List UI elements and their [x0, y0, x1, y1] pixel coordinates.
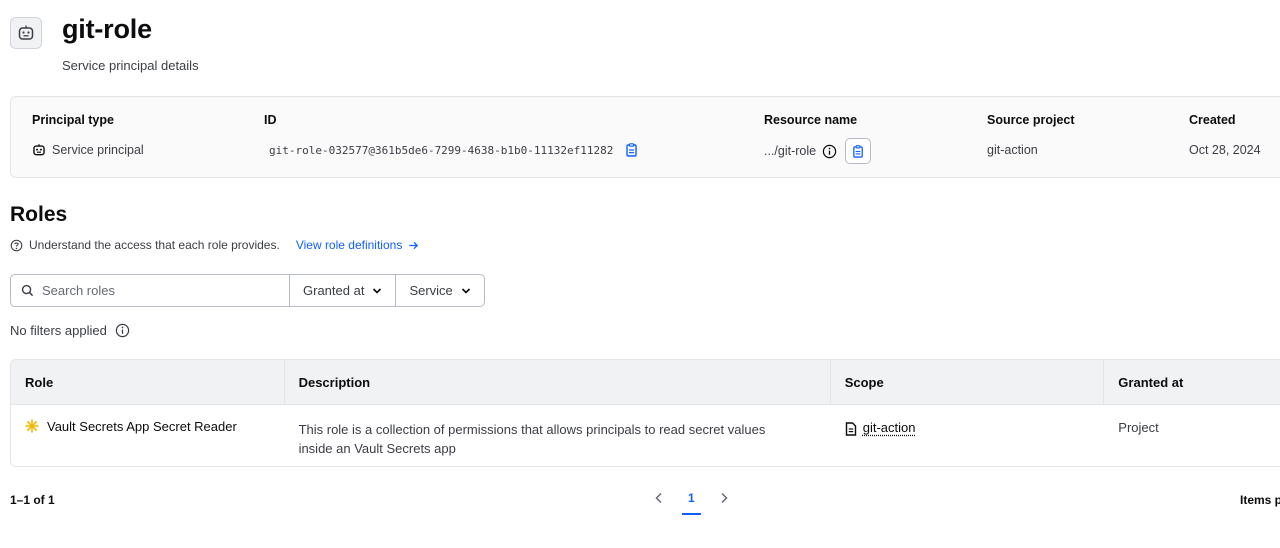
- scope-cell: git-action: [831, 405, 1105, 467]
- service-filter-dropdown[interactable]: Service: [396, 275, 483, 306]
- id-text: git-role-032577@361b5de6-7299-4638-b1b0-…: [269, 144, 613, 157]
- robot-icon: [17, 24, 35, 42]
- granted-at-filter-label: Granted at: [303, 283, 364, 298]
- chevron-right-icon[interactable]: [719, 492, 729, 504]
- document-icon: [845, 422, 857, 436]
- page-number-current[interactable]: 1: [682, 489, 701, 507]
- roles-help-text: Understand the access that each role pro…: [29, 238, 280, 252]
- page-title: git-role: [62, 14, 152, 45]
- resource-name-value: .../git-role: [764, 138, 871, 164]
- resource-name-label: Resource name: [764, 113, 857, 127]
- created-label: Created: [1189, 113, 1236, 127]
- principal-details-card: Principal type Service principal ID git-…: [10, 96, 1280, 178]
- info-icon[interactable]: [822, 144, 837, 159]
- pagination-controls: 1: [654, 489, 729, 507]
- table-header: Role Description Scope Granted at: [11, 360, 1280, 405]
- help-circle-icon: [10, 239, 23, 252]
- info-icon[interactable]: [115, 323, 130, 338]
- chevron-left-icon[interactable]: [654, 492, 664, 504]
- source-project-value: git-action: [987, 143, 1038, 157]
- items-per-page-label: Items p: [1240, 493, 1280, 507]
- copy-icon: [852, 145, 865, 158]
- created-value: Oct 28, 2024: [1189, 143, 1261, 157]
- view-role-definitions-link[interactable]: View role definitions: [296, 238, 420, 252]
- chevron-down-icon: [372, 286, 382, 296]
- arrow-right-icon: [408, 240, 419, 251]
- page-subtitle: Service principal details: [62, 58, 199, 73]
- principal-type-label: Principal type: [32, 113, 114, 127]
- id-value: git-role-032577@361b5de6-7299-4638-b1b0-…: [269, 143, 639, 157]
- view-role-definitions-text: View role definitions: [296, 238, 403, 252]
- roles-table: Role Description Scope Granted at Vault …: [10, 359, 1280, 467]
- sparkle-icon: [25, 419, 39, 433]
- column-header-description: Description: [285, 360, 831, 405]
- principal-type-text: Service principal: [52, 143, 144, 157]
- service-filter-label: Service: [409, 283, 452, 298]
- column-header-granted-at: Granted at: [1104, 360, 1280, 405]
- search-icon: [21, 284, 34, 297]
- principal-type-value: Service principal: [32, 143, 144, 157]
- search-placeholder: Search roles: [42, 283, 115, 298]
- resource-name-text: .../git-role: [764, 144, 816, 158]
- column-header-scope: Scope: [831, 360, 1105, 405]
- robot-icon: [32, 143, 46, 157]
- no-filters-text: No filters applied: [10, 323, 107, 338]
- column-header-role: Role: [11, 360, 285, 405]
- service-principal-avatar: [10, 17, 42, 49]
- scope-link[interactable]: git-action: [863, 420, 916, 435]
- granted-at-cell: Project: [1104, 405, 1280, 467]
- no-filters-status: No filters applied: [10, 323, 130, 338]
- id-label: ID: [264, 113, 277, 127]
- chevron-down-icon: [461, 286, 471, 296]
- copy-id-button[interactable]: [625, 143, 639, 157]
- roles-filter-bar: Search roles Granted at Service: [10, 274, 485, 307]
- granted-at-filter-dropdown[interactable]: Granted at: [290, 275, 396, 306]
- pagination-count: 1–1 of 1: [10, 493, 55, 507]
- roles-help: Understand the access that each role pro…: [10, 238, 419, 252]
- copy-icon: [625, 143, 639, 157]
- copy-resource-name-button[interactable]: [845, 138, 871, 164]
- roles-heading: Roles: [10, 203, 67, 227]
- role-name: Vault Secrets App Secret Reader: [47, 419, 237, 434]
- description-cell: This role is a collection of permissions…: [285, 405, 831, 467]
- search-roles-input[interactable]: Search roles: [11, 275, 290, 306]
- source-project-label: Source project: [987, 113, 1075, 127]
- role-cell: Vault Secrets App Secret Reader: [11, 405, 285, 467]
- table-row: Vault Secrets App Secret Reader This rol…: [11, 405, 1280, 467]
